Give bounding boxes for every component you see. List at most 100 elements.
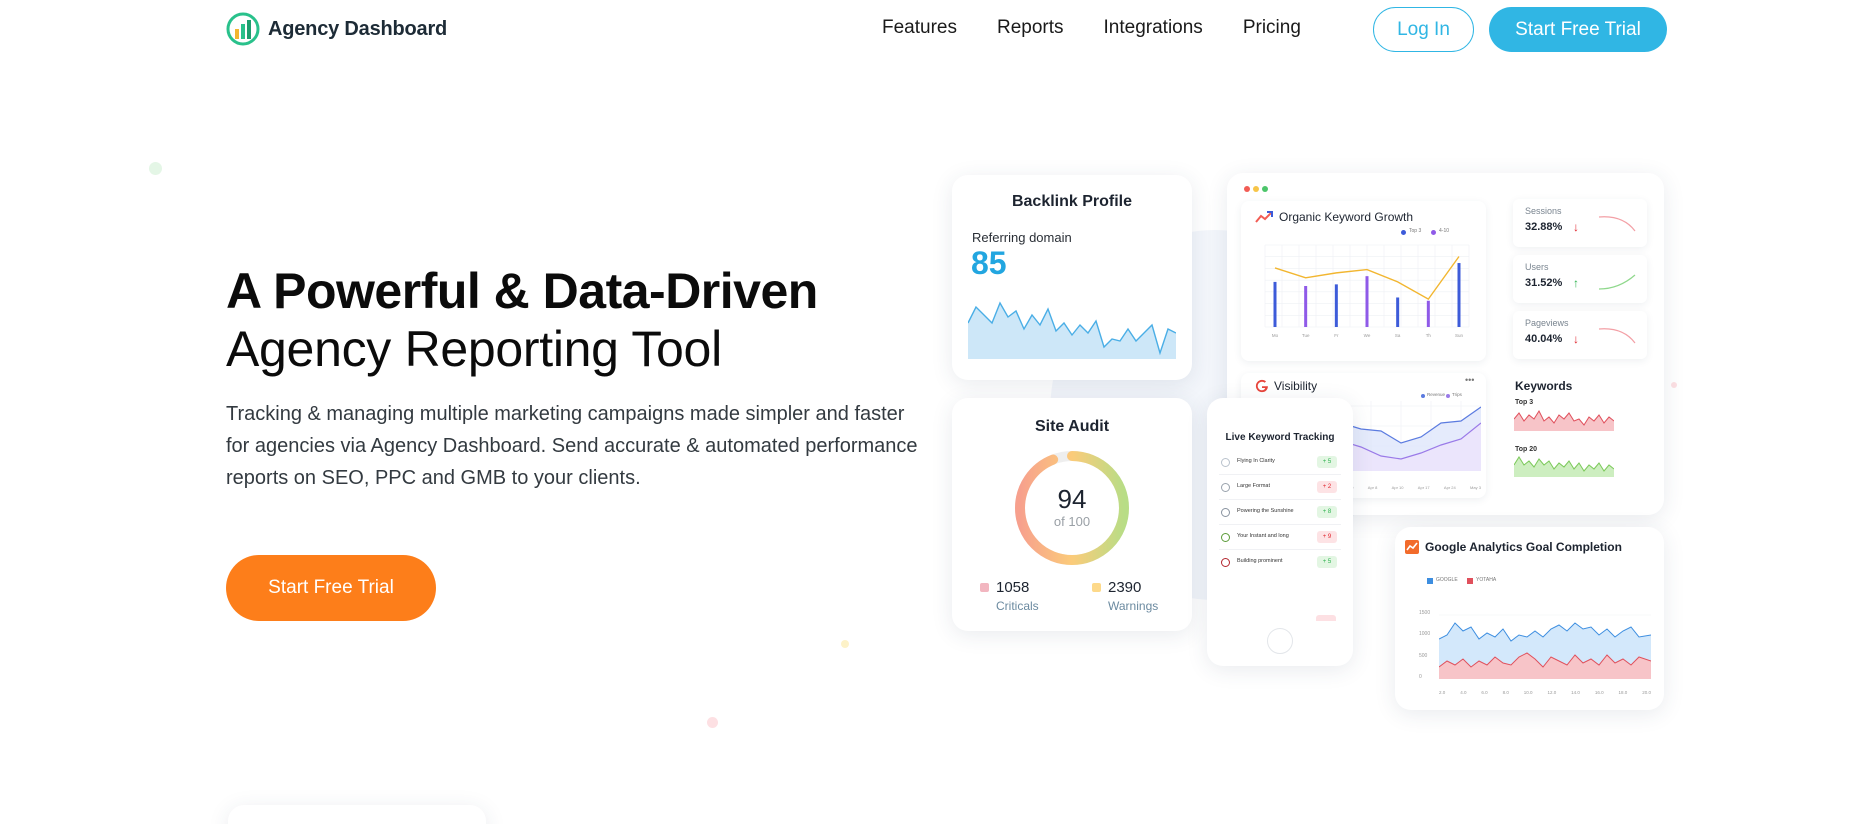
organic-x-label: Sun [1455,333,1464,338]
window-dot-yellow [1253,186,1259,192]
start-free-trial-hero-button[interactable]: Start Free Trial [226,555,436,621]
organic-legend-top3: Top 3 [1409,228,1422,234]
window-dot-green [1262,186,1268,192]
visibility-legend-trips-swatch [1446,394,1450,398]
nav-link-pricing[interactable]: Pricing [1243,17,1301,39]
organic-growth-chart: Mo Tue Fr We Sa Th Sun [1264,244,1470,338]
ga-y-label: 0 [1419,673,1422,680]
keyword-favicon-icon [1221,508,1230,517]
referring-domain-label: Referring domain [972,230,1072,245]
visibility-legend-trips: Trips [1452,392,1462,397]
keyword-change-badge: + 5 [1317,456,1337,468]
organic-x-label: We [1364,333,1371,338]
organic-bar [1396,297,1400,327]
organic-x-label: Mo [1272,333,1279,338]
keyword-favicon-icon [1221,483,1230,492]
google-analytics-icon [1405,540,1419,554]
visibility-title: Visibility [1274,379,1318,393]
phone-home-button[interactable] [1267,628,1293,654]
ga-legend-yotaha: YOTAHA [1476,577,1497,583]
organic-bar [1273,281,1277,327]
metric-sparkline [1598,216,1636,232]
visibility-x-label: Apr 10 [1391,485,1404,490]
keywords-top3-chart [1514,409,1614,431]
decor-dot [1671,382,1677,388]
ga-legend-yotaha-swatch [1467,578,1473,584]
start-free-trial-nav-button[interactable]: Start Free Trial [1489,7,1667,52]
organic-bar [1457,263,1461,327]
keyword-favicon-icon [1221,558,1230,567]
hero-title: A Powerful & Data-Driven [226,263,818,319]
visibility-more-icon[interactable]: ••• [1465,375,1474,385]
keyword-change-badge: + 5 [1317,556,1337,568]
metric-label: Users [1525,262,1549,272]
keywords-title: Keywords [1515,379,1573,393]
visibility-legend-revenue-swatch [1421,394,1425,398]
warnings-value: 2390 [1108,579,1142,596]
metric-card-pageviews: Pageviews 40.04% ↓ [1513,311,1647,359]
backlink-profile-card: Backlink Profile Referring domain 85 [952,175,1192,380]
nav-link-integrations[interactable]: Integrations [1104,17,1203,39]
organic-bar [1426,300,1430,327]
keywords-panel: Keywords Top 3 Top 20 [1512,373,1652,498]
visibility-legend-revenue: Revenue [1427,392,1446,397]
keyword-name: Your Instant and long [1237,533,1289,539]
keyword-name: Powering the Sunshine [1237,508,1294,514]
ga-chart [1439,614,1651,679]
metric-value: 32.88% [1525,221,1563,233]
decor-dot [841,640,849,648]
organic-x-label: Tue [1302,333,1310,338]
nav-link-reports[interactable]: Reports [997,17,1064,39]
ga-x-label: 2.0 [1439,690,1446,695]
keyword-favicon-icon [1221,533,1230,542]
backlink-sparkline [968,301,1176,359]
window-dot-red [1244,186,1250,192]
nav-link-features[interactable]: Features [882,17,957,39]
keyword-name: Flying In Clarity [1237,458,1275,464]
keyword-change-badge: + 9 [1317,531,1337,543]
brand-logo[interactable]: Agency Dashboard [226,12,447,46]
organic-legend-top3-swatch [1401,230,1406,235]
ga-x-label: 16.0 [1594,690,1604,695]
keyword-name: Large Format [1237,483,1271,489]
metric-card-users: Users 31.52% ↑ [1513,255,1647,303]
agency-dashboard-logo-icon [226,12,260,46]
organic-growth-panel: Organic Keyword Growth Top 3 4-10 Mo Tue F… [1241,201,1486,361]
nav-links: Features Reports Integrations Pricing [882,17,1301,39]
ga-legend-google-swatch [1427,578,1433,584]
site-audit-title: Site Audit [1034,418,1110,435]
keywords-top20-label: Top 20 [1515,446,1538,453]
ga-y-labels: 1500 1000 500 0 [1419,610,1430,680]
organic-legend-4-10: 4-10 [1439,228,1450,234]
ga-y-label: 500 [1419,652,1428,659]
live-more-badge [1316,615,1336,621]
ga-x-label: 6.0 [1481,690,1488,695]
ga-x-label: 18.0 [1618,690,1628,695]
ga-y-label: 1500 [1419,610,1431,616]
arrow-down-icon: ↓ [1573,332,1579,346]
ga-x-labels: 2.0 4.0 6.0 8.0 10.0 12.0 14.0 16.0 18.0… [1439,690,1651,695]
row-divider [1219,474,1341,475]
organic-bar [1334,284,1338,327]
ga-title: Google Analytics Goal Completion [1425,540,1622,554]
ga-x-label: 4.0 [1460,690,1467,695]
organic-x-label: Sa [1395,333,1401,338]
hero-description: Tracking & managing multiple marketing c… [226,403,918,489]
ga-legend-google: GOOGLE [1436,577,1458,583]
arrow-down-icon: ↓ [1573,220,1579,234]
row-divider [1219,499,1341,500]
ga-x-label: 8.0 [1502,690,1509,695]
login-button[interactable]: Log In [1373,7,1474,52]
google-g-icon [1255,379,1268,393]
visibility-x-label: Apr 8 [1367,485,1378,490]
organic-x-label: Th [1426,333,1432,338]
metric-sparkline [1598,328,1636,344]
keywords-top3-label: Top 3 [1515,399,1534,406]
keyword-change-badge: + 2 [1317,481,1337,493]
feature-card-partial [228,805,486,824]
organic-bar [1304,286,1308,327]
site-audit-of: of 100 [1053,514,1091,529]
metric-value: 31.52% [1525,277,1563,289]
google-analytics-card: Google Analytics Goal Completion GOOGLE … [1395,527,1664,710]
metric-label: Pageviews [1525,318,1569,328]
